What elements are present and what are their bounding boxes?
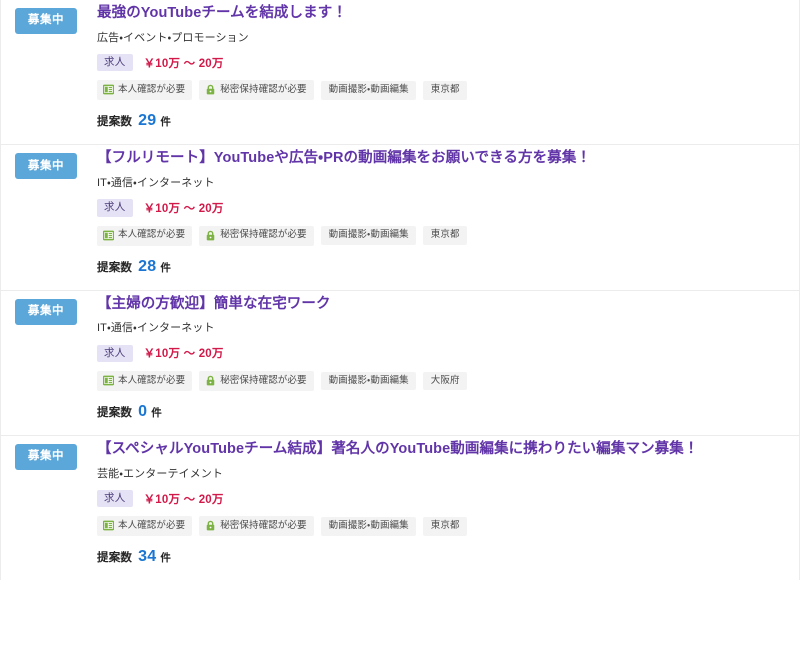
job-tag: 本人確認が必要 [97, 516, 193, 537]
job-card-body: 【主婦の方歓迎】簡単な在宅ワーク IT・通信・インターネット求人 ￥10万 〜 20… [77, 295, 785, 421]
job-tag: 秘密保持確認が必要 [199, 371, 314, 392]
job-type-chip: 求人 [97, 199, 133, 217]
job-type-chip: 求人 [97, 344, 133, 363]
job-card-row: 募集中 【スペシャルYouTubeチーム結成】著名人のYouTube動画編集に携わ… [15, 440, 785, 566]
job-tag: 東京都 [422, 517, 467, 536]
proposal-row: 提案数 29 件 [97, 112, 785, 130]
job-card-row: 募集中 【主婦の方歓迎】簡単な在宅ワーク IT・通信・インターネット求人 ￥10万 〜… [15, 295, 785, 421]
job-card-body: 【スペシャルYouTubeチーム結成】著名人のYouTube動画編集に携わりたい… [77, 440, 785, 566]
job-tag: 動画撮影・動画編集 [320, 517, 416, 536]
job-tag-row: 本人確認が必要 秘密保持確認が必要 動画撮影・動画編集 大阪府 [97, 371, 785, 392]
job-tag: 東京都 [422, 226, 467, 245]
proposal-unit: 件 [151, 407, 162, 420]
job-tag-label: 秘密保持確認が必要 [220, 520, 307, 532]
job-tag-row: 本人確認が必要 秘密保持確認が必要 動画撮影・動画編集 東京都 [97, 225, 785, 246]
job-tag: 大阪府 [422, 371, 467, 391]
proposal-label: 提案数 [97, 552, 133, 565]
job-tag-label: 本人確認が必要 [118, 84, 186, 96]
job-tag-label: 動画撮影・動画編集 [328, 229, 409, 241]
job-price: ￥10万 〜 20万 [143, 57, 224, 70]
status-badge: 募集中 [15, 153, 77, 180]
job-price: ￥10万 〜 20万 [143, 493, 224, 506]
proposal-row: 提案数 28 件 [97, 258, 785, 276]
job-tag-label: 秘密保持確認が必要 [220, 84, 307, 96]
job-card[interactable]: 募集中 【主婦の方歓迎】簡単な在宅ワーク IT・通信・インターネット求人 ￥10万 〜… [1, 290, 799, 437]
job-tag: 秘密保持確認が必要 [199, 225, 314, 246]
job-price-row: 求人 ￥10万 〜 20万 [97, 53, 785, 72]
job-category: 広告・イベント・プロモーション [97, 31, 249, 44]
job-title[interactable]: 【主婦の方歓迎】簡単な在宅ワーク [97, 295, 785, 315]
job-title[interactable]: 【フルリモート】YouTubeや広告・PRの動画編集をお願いできる方を募集！ [97, 149, 785, 169]
proposal-unit: 件 [160, 116, 171, 129]
status-badge: 募集中 [15, 8, 77, 34]
job-title[interactable]: 最強のYouTubeチームを結成します！ [97, 4, 785, 24]
proposal-count: 34 [138, 548, 157, 566]
id-card-icon [103, 375, 114, 386]
proposal-label: 提案数 [97, 116, 133, 129]
job-category: IT・通信・インターネット [97, 322, 215, 335]
job-tag-label: 大阪府 [430, 374, 460, 386]
job-tag-label: 秘密保持確認が必要 [220, 374, 307, 386]
job-tag: 秘密保持確認が必要 [199, 80, 314, 101]
job-card-row: 募集中 【フルリモート】YouTubeや広告・PRの動画編集をお願いできる方を募集… [15, 149, 785, 275]
proposal-label: 提案数 [97, 261, 133, 274]
job-tag-label: 本人確認が必要 [118, 229, 186, 241]
job-card-body: 最強のYouTubeチームを結成します！ 広告・イベント・プロモーション求人 ￥10… [77, 4, 785, 130]
job-tag-label: 本人確認が必要 [118, 520, 186, 532]
id-card-icon [103, 84, 114, 95]
job-title[interactable]: 【スペシャルYouTubeチーム結成】著名人のYouTube動画編集に携わりたい… [97, 440, 785, 460]
job-tag: 東京都 [422, 81, 467, 100]
job-tag-label: 本人確認が必要 [118, 374, 186, 386]
proposal-row: 提案数 34 件 [97, 548, 785, 566]
proposal-count: 28 [138, 257, 157, 275]
job-tag: 動画撮影・動画編集 [320, 371, 416, 391]
job-price-row: 求人 ￥10万 〜 20万 [97, 344, 785, 363]
job-tag-row: 本人確認が必要 秘密保持確認が必要 動画撮影・動画編集 東京都 [97, 80, 785, 101]
job-price-row: 求人 ￥10万 〜 20万 [97, 199, 785, 217]
status-badge: 募集中 [15, 444, 77, 471]
job-price: ￥10万 〜 20万 [143, 202, 224, 215]
job-price: ￥10万 〜 20万 [143, 348, 224, 361]
proposal-row: 提案数 0 件 [97, 403, 785, 421]
job-listing-list: 募集中 最強のYouTubeチームを結成します！ 広告・イベント・プロモーション 求人… [0, 0, 800, 581]
job-tag-label: 動画撮影・動画編集 [328, 84, 409, 96]
job-card-row: 募集中 最強のYouTubeチームを結成します！ 広告・イベント・プロモーション求人… [15, 4, 785, 130]
job-card[interactable]: 募集中 【スペシャルYouTubeチーム結成】著名人のYouTube動画編集に携わ… [1, 436, 799, 581]
job-tag: 秘密保持確認が必要 [199, 516, 314, 537]
job-tag-label: 動画撮影・動画編集 [328, 520, 409, 532]
job-tag-label: 東京都 [430, 84, 460, 96]
proposal-unit: 件 [160, 261, 171, 274]
id-card-icon [103, 520, 114, 531]
job-tag: 動画撮影・動画編集 [320, 81, 416, 100]
job-tag-label: 秘密保持確認が必要 [220, 229, 307, 241]
job-tag-row: 本人確認が必要 秘密保持確認が必要 動画撮影・動画編集 東京都 [97, 516, 785, 537]
job-card[interactable]: 募集中 【フルリモート】YouTubeや広告・PRの動画編集をお願いできる方を募集… [1, 145, 799, 291]
job-tag-label: 動画撮影・動画編集 [328, 374, 409, 386]
job-category: IT・通信・インターネット [97, 176, 215, 189]
lock-icon [205, 84, 216, 95]
job-card[interactable]: 募集中 最強のYouTubeチームを結成します！ 広告・イベント・プロモーション求人… [1, 0, 799, 146]
id-card-icon [103, 230, 114, 241]
status-badge: 募集中 [15, 298, 77, 325]
job-price-row: 求人 ￥10万 〜 20万 [97, 489, 785, 508]
job-tag: 本人確認が必要 [97, 80, 193, 101]
job-tag-label: 東京都 [430, 229, 460, 241]
proposal-label: 提案数 [97, 407, 133, 420]
job-type-chip: 求人 [97, 53, 133, 72]
job-tag: 本人確認が必要 [97, 371, 193, 392]
proposal-unit: 件 [160, 552, 171, 565]
job-tag: 動画撮影・動画編集 [320, 226, 416, 245]
proposal-count: 29 [138, 112, 157, 130]
proposal-count: 0 [138, 403, 148, 421]
job-card-body: 【フルリモート】YouTubeや広告・PRの動画編集をお願いできる方を募集！ IT… [77, 149, 785, 275]
lock-icon [205, 375, 216, 386]
lock-icon [205, 520, 216, 531]
lock-icon [205, 230, 216, 241]
job-tag-label: 東京都 [430, 520, 460, 532]
job-type-chip: 求人 [97, 489, 133, 508]
job-category: 芸能・エンターテイメント [97, 467, 223, 480]
job-tag: 本人確認が必要 [97, 225, 193, 246]
